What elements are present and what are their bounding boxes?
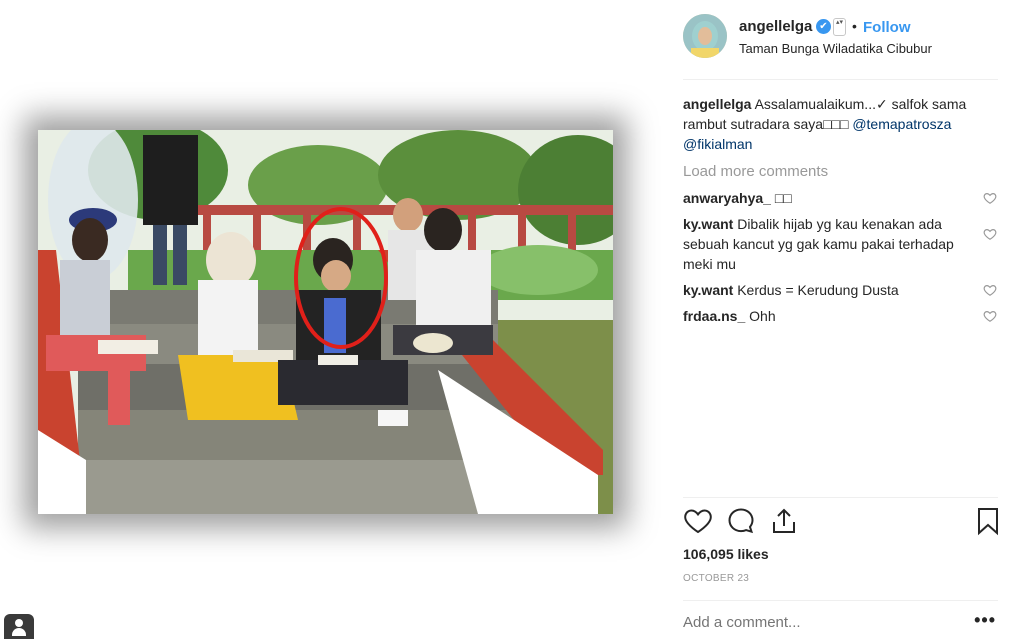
comment-username[interactable]: ky.want — [683, 216, 733, 232]
comment-like-icon[interactable] — [983, 309, 997, 323]
camera-icon[interactable] — [4, 614, 34, 639]
comment-like-icon[interactable] — [983, 227, 997, 241]
comment-text: Ohh — [749, 308, 776, 324]
caption-mention[interactable]: @temapatrosza — [852, 116, 951, 132]
post-actions-bar — [683, 506, 998, 540]
comment-item: ky.want Dibalik hijab yg kau kenakan ada… — [683, 214, 998, 274]
comment-text: Kerdus = Kerudung Dusta — [737, 282, 899, 298]
caption-username[interactable]: angellelga — [683, 96, 751, 112]
add-comment-input[interactable] — [683, 614, 963, 631]
scroll-arrows-icon[interactable]: ▴▾ — [833, 18, 846, 36]
comment-item: ky.want Kerdus = Kerudung Dusta — [683, 280, 998, 300]
actions-divider — [683, 497, 998, 498]
header-divider — [683, 79, 998, 80]
comment-like-icon[interactable] — [983, 191, 997, 205]
comment-username[interactable]: frdaa.ns_ — [683, 308, 745, 324]
header-separator: • — [852, 18, 857, 34]
post-header: angellelga ✔ ▴▾ • Follow Taman Bunga Wil… — [683, 14, 998, 62]
share-icon[interactable] — [769, 506, 799, 536]
comment-item: frdaa.ns_ Ohh — [683, 306, 998, 326]
post-location[interactable]: Taman Bunga Wiladatika Cibubur — [739, 41, 932, 56]
verified-badge-icon: ✔ — [816, 19, 831, 34]
heart-icon[interactable] — [683, 506, 713, 536]
avatar[interactable] — [683, 14, 727, 58]
bookmark-icon[interactable] — [973, 506, 1003, 536]
comment-item: anwaryahya_ □□ — [683, 188, 998, 208]
load-more-comments-button[interactable]: Load more comments — [683, 162, 998, 182]
post-caption: angellelga Assalamualaikum...✓ salfok sa… — [683, 94, 983, 154]
post-username[interactable]: angellelga — [739, 18, 812, 35]
comment-text: □□ — [774, 190, 792, 206]
likes-count[interactable]: 106,095 likes — [683, 546, 769, 562]
post-side-panel: angellelga ✔ ▴▾ • Follow Taman Bunga Wil… — [683, 0, 998, 639]
comment-username[interactable]: ky.want — [683, 282, 733, 298]
comments-section: angellelga Assalamualaikum...✓ salfok sa… — [683, 94, 998, 326]
comment-icon[interactable] — [726, 506, 756, 536]
more-options-icon[interactable]: ••• — [974, 610, 996, 631]
comment-username[interactable]: anwaryahya_ — [683, 190, 771, 206]
comment-input-divider — [683, 600, 998, 601]
post-photo-image — [38, 130, 613, 514]
caption-mention[interactable]: @fikialman — [683, 136, 752, 152]
post-photo[interactable] — [38, 130, 613, 514]
comment-like-icon[interactable] — [983, 283, 997, 297]
follow-button[interactable]: Follow — [863, 19, 911, 36]
post-media-panel — [0, 0, 665, 639]
post-date: OCTOBER 23 — [683, 573, 750, 584]
avatar-image — [683, 14, 727, 58]
